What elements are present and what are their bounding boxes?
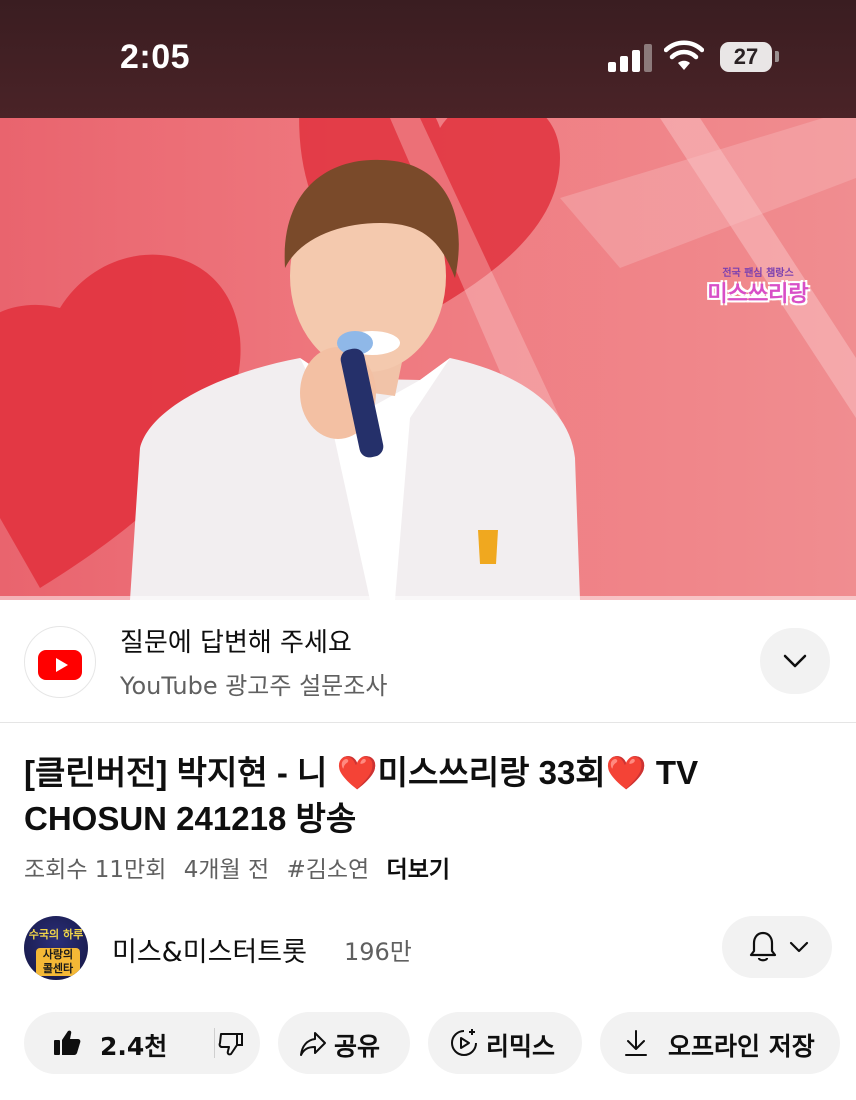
share-button[interactable]: 공유 [278,1012,410,1074]
download-label: 오프라인 저장 [668,1032,815,1061]
status-time: 2:05 [120,38,191,76]
chevron-down-icon [783,654,807,668]
upload-age: 4개월 전 [183,857,270,883]
bell-icon [749,931,777,962]
heart-emoji: ❤️ [336,754,378,791]
avatar-text-bottom: 사랑의 콜센타 [36,948,80,976]
subscriber-count: 196만 [344,938,412,966]
notification-bell-button[interactable] [722,916,832,978]
download-button[interactable]: 오프라인 저장 [600,1012,840,1074]
video-title-part1: [클린버전] 박지현 - 니 [24,754,337,791]
thumbs-up-icon [54,1030,81,1055]
avatar-text-top: 수국의 하루 [28,928,84,941]
video-frame [0,118,856,600]
hashtag-link[interactable]: #김소연 [286,857,369,883]
like-button[interactable]: 2.4천 [24,1012,214,1074]
video-title-part2: 미스쓰리랑 33회 [377,754,606,791]
battery-cap [775,51,779,62]
survey-title: 질문에 답변해 주세요 [120,628,352,658]
video-title[interactable]: [클린버전] 박지현 - 니 ❤️미스쓰리랑 33회❤️ TV CHOSUN 2… [24,750,824,842]
share-label: 공유 [334,1032,381,1061]
heart-emoji: ❤️ [605,754,647,791]
logo-title: 미스쓰리랑 [707,282,809,307]
remix-icon [451,1029,477,1056]
youtube-logo-icon [24,626,96,698]
channel-avatar[interactable]: 수국의 하루 사랑의 콜센타 [24,916,88,980]
survey-expand-button[interactable] [760,628,830,694]
dislike-button[interactable] [215,1012,260,1074]
chevron-down-icon [789,941,809,953]
download-icon [625,1030,647,1056]
video-player[interactable]: 전국 팬심 챔랑스 미스쓰리랑 [0,118,856,600]
survey-subtitle: YouTube 광고주 설문조사 [120,672,388,700]
view-count: 조회수 11만회 [24,857,167,883]
like-dislike-group: 2.4천 [24,1012,260,1074]
channel-name[interactable]: 미스&미스터트롯 [112,930,307,969]
like-count: 2.4천 [100,1032,168,1061]
channel-logo-badge: 전국 팬심 챔랑스 미스쓰리랑 [702,264,814,310]
wifi-icon [664,40,704,70]
video-meta[interactable]: 조회수 11만회 4개월 전 #김소연 더보기 [24,850,460,884]
remix-label: 리믹스 [486,1032,556,1061]
status-bar: 2:05 27 [0,0,856,118]
survey-card[interactable] [0,600,856,723]
share-icon [300,1032,326,1056]
battery-indicator: 27 [720,42,772,72]
cellular-signal-icon [608,44,652,72]
more-button[interactable]: 더보기 [387,857,450,883]
thumbs-down-icon [218,1033,243,1056]
remix-button[interactable]: 리믹스 [428,1012,582,1074]
